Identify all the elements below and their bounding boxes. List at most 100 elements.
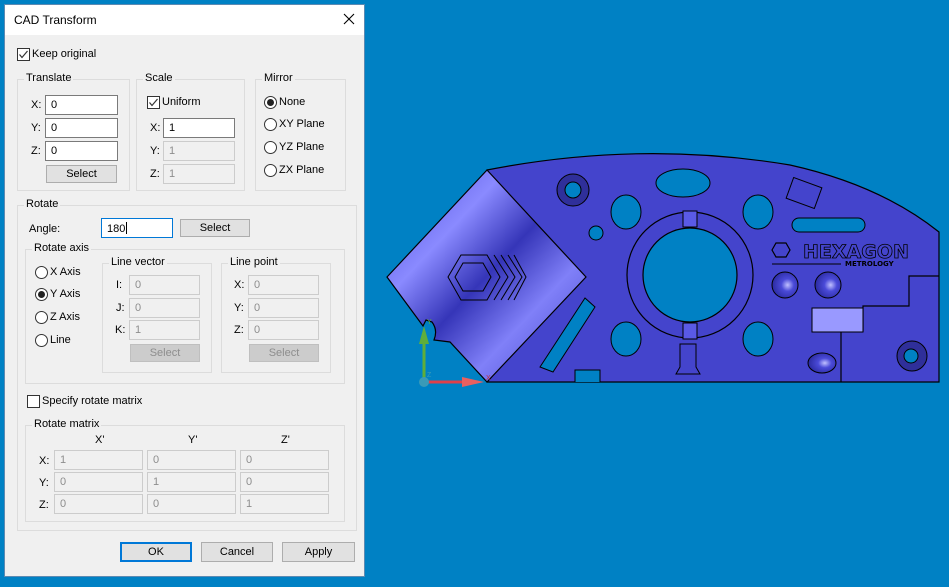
mirror-group-title: Mirror [262, 72, 295, 84]
translate-x-label: X: [31, 99, 42, 111]
z-axis-radio[interactable] [35, 311, 48, 324]
keep-original-label: Keep original [32, 48, 97, 60]
line-vector-k-label: K: [115, 324, 126, 336]
translate-group: Translate X: 0 Y: 0 Z: 0 Select [17, 72, 130, 191]
specify-matrix-checkbox[interactable] [27, 395, 40, 408]
line-point-title: Line point [228, 256, 280, 268]
rotate-axis-group: Rotate axis X Axis Y Axis Z Axis Line Li… [25, 242, 345, 384]
scale-group-title: Scale [143, 72, 175, 84]
line-point-z-input: 0 [248, 320, 319, 340]
line-vector-j-label: J: [116, 302, 125, 314]
keep-original-checkbox[interactable] [17, 48, 30, 61]
rotate-matrix-title: Rotate matrix [32, 418, 102, 430]
line-vector-i-input: 0 [129, 275, 200, 295]
translate-x-input[interactable]: 0 [45, 95, 118, 115]
line-point-y-label: Y: [234, 302, 244, 314]
x-axis-label: X [486, 375, 491, 382]
x-axis-radio[interactable] [35, 266, 48, 279]
matrix-cell: 0 [54, 494, 143, 514]
matrix-row-label-y: Y: [39, 477, 49, 489]
mirror-zx-radio[interactable] [264, 164, 277, 177]
matrix-cell: 1 [54, 450, 143, 470]
mirror-xy-label: XY Plane [279, 118, 325, 130]
mirror-xy-radio[interactable] [264, 118, 277, 131]
mirror-none-radio[interactable] [264, 96, 277, 109]
line-point-y-input: 0 [248, 298, 319, 318]
line-point-x-label: X: [234, 279, 245, 291]
rotate-select-button[interactable]: Select [180, 219, 250, 237]
rotate-axis-title: Rotate axis [32, 242, 92, 254]
matrix-cell: 0 [240, 450, 329, 470]
line-vector-k-input: 1 [129, 320, 200, 340]
matrix-row-label-z: Z: [39, 499, 49, 511]
translate-z-input[interactable]: 0 [45, 141, 118, 161]
rotate-group-title: Rotate [24, 198, 61, 210]
cad-viewport[interactable]: HEXAGON METROLOGY Y X Z [370, 0, 949, 584]
ok-button[interactable]: OK [120, 542, 192, 562]
line-vector-select-button: Select [130, 344, 200, 362]
matrix-col-header-x: X' [95, 434, 105, 446]
line-vector-i-label: I: [116, 279, 123, 291]
matrix-cell: 1 [147, 472, 236, 492]
translate-group-title: Translate [24, 72, 74, 84]
cad-transform-dialog: CAD Transform Keep original Translate X:… [4, 4, 365, 577]
cancel-button[interactable]: Cancel [201, 542, 273, 562]
matrix-cell: 0 [147, 450, 236, 470]
angle-label: Angle: [29, 223, 61, 235]
matrix-col-header-z: Z' [281, 434, 290, 446]
line-vector-j-input: 0 [129, 298, 200, 318]
matrix-cell: 0 [54, 472, 143, 492]
mirror-group: Mirror None XY Plane YZ Plane ZX Plane [255, 72, 346, 191]
line-point-select-button: Select [249, 344, 319, 362]
line-point-x-input: 0 [248, 275, 319, 295]
scale-x-label: X: [150, 122, 161, 134]
dome-feature [771, 271, 799, 299]
y-axis-label: Y Axis [50, 288, 81, 300]
z-axis-label: Z Axis [50, 311, 80, 323]
metrology-logo-text: METROLOGY [845, 260, 895, 268]
line-point-group: Line point X: 0 Y: 0 Z: 0 Select [221, 256, 331, 373]
scale-z-label: Z: [150, 168, 160, 180]
line-vector-title: Line vector [109, 256, 167, 268]
uniform-checkbox[interactable] [147, 96, 160, 109]
angle-input[interactable]: 180 [101, 218, 173, 238]
rotate-group: Rotate Angle: 180 Select Rotate axis X A… [17, 198, 357, 531]
x-axis-label: X Axis [50, 266, 81, 278]
scale-x-input[interactable]: 1 [163, 118, 235, 138]
translate-y-input[interactable]: 0 [45, 118, 118, 138]
mirror-yz-radio[interactable] [264, 141, 277, 154]
dome-feature [814, 271, 842, 299]
scale-y-label: Y: [150, 145, 160, 157]
y-axis-label: Y [427, 319, 432, 326]
translate-select-button[interactable]: Select [46, 165, 117, 183]
title-bar: CAD Transform [5, 5, 364, 35]
uniform-label: Uniform [162, 96, 201, 108]
line-label: Line [50, 334, 71, 346]
translate-z-label: Z: [31, 145, 41, 157]
translate-y-label: Y: [31, 122, 41, 134]
matrix-row-label-x: X: [39, 455, 50, 467]
scale-z-input: 1 [163, 164, 235, 184]
mirror-yz-label: YZ Plane [279, 141, 325, 153]
matrix-cell: 0 [147, 494, 236, 514]
apply-button[interactable]: Apply [282, 542, 355, 562]
y-axis-radio[interactable] [35, 288, 48, 301]
text-caret [126, 222, 128, 234]
z-axis-label: Z [427, 372, 432, 379]
close-icon[interactable] [341, 11, 357, 27]
dialog-title: CAD Transform [14, 13, 97, 27]
line-point-z-label: Z: [234, 324, 244, 336]
mirror-none-label: None [279, 96, 306, 108]
line-radio[interactable] [35, 334, 48, 347]
matrix-col-header-y: Y' [188, 434, 198, 446]
specify-matrix-label: Specify rotate matrix [42, 395, 143, 407]
line-vector-group: Line vector I: 0 J: 0 K: 1 Select [102, 256, 212, 373]
rotate-matrix-group: Rotate matrix X' Y' Z' X: 1 0 0 Y: 0 1 0… [25, 418, 345, 522]
scale-y-input: 1 [163, 141, 235, 161]
scale-group: Scale Uniform X: 1 Y: 1 Z: 1 [136, 72, 245, 191]
mirror-zx-label: ZX Plane [279, 164, 325, 176]
cad-part-model: HEXAGON METROLOGY Y X Z [386, 153, 940, 387]
matrix-cell: 1 [240, 494, 329, 514]
angle-value: 180 [107, 223, 126, 235]
matrix-cell: 0 [240, 472, 329, 492]
